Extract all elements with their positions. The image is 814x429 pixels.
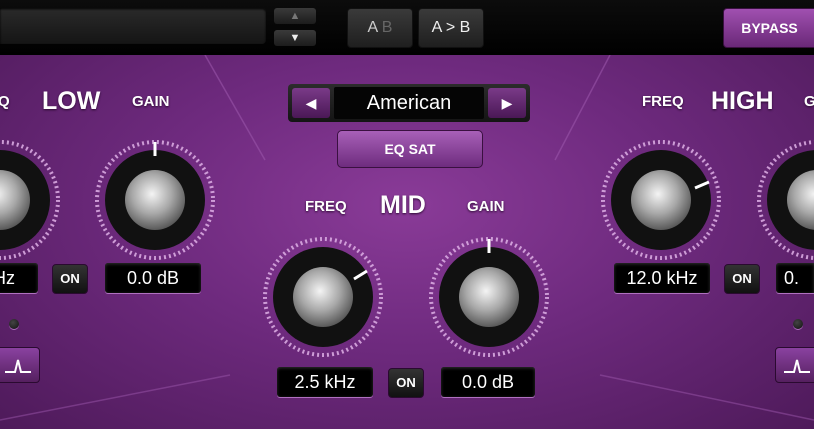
- eq-plugin-window: ▲ ▼ A B A > B BYPASS Q LOW GAIN z ON 0.0…: [0, 0, 814, 429]
- high-gain-knob[interactable]: [755, 138, 814, 262]
- high-gain-display[interactable]: 0.: [776, 263, 814, 293]
- low-shape-button[interactable]: [0, 347, 40, 383]
- mid-gain-display[interactable]: 0.0 dB: [441, 367, 535, 397]
- high-led: [793, 319, 803, 329]
- ab-a-label: A: [367, 19, 378, 36]
- ab-b-label: B: [381, 19, 393, 36]
- low-gain-knob[interactable]: [93, 138, 217, 262]
- low-freq-knob[interactable]: [0, 138, 62, 262]
- copy-a-to-b-button[interactable]: A > B: [418, 8, 484, 48]
- triangle-up-icon: ▲: [289, 10, 301, 22]
- high-freq-display[interactable]: 12.0 kHz: [614, 263, 710, 293]
- bell-shape-icon: [5, 359, 31, 373]
- triangle-left-icon: ◀: [305, 95, 317, 111]
- low-gain-display[interactable]: 0.0 dB: [105, 263, 201, 293]
- low-led: [9, 319, 19, 329]
- preset-name-field[interactable]: [0, 8, 266, 44]
- low-on-button[interactable]: ON: [52, 264, 88, 294]
- mid-gain-knob[interactable]: [427, 235, 551, 359]
- mid-title: MID: [380, 191, 426, 219]
- eq-type-next-button[interactable]: ▶: [488, 88, 526, 118]
- low-freq-display[interactable]: Hz: [0, 263, 38, 293]
- mid-freq-display[interactable]: 2.5 kHz: [277, 367, 373, 397]
- eq-panel: Q LOW GAIN Hz ON 0.0 dB ◀ American: [0, 55, 814, 429]
- triangle-right-icon: ▶: [501, 95, 513, 111]
- high-freq-label: FREQ: [642, 93, 684, 110]
- high-on-button[interactable]: ON: [724, 264, 760, 294]
- high-title: HIGH: [711, 87, 774, 115]
- high-freq-knob[interactable]: [599, 138, 723, 262]
- high-gain-label: G: [804, 93, 814, 110]
- high-shape-button[interactable]: [775, 347, 814, 383]
- ab-toggle-button[interactable]: A B: [347, 8, 413, 48]
- preset-previous-button[interactable]: ▲: [274, 8, 316, 24]
- low-title: LOW: [42, 87, 101, 115]
- low-freq-label: Q: [0, 93, 10, 110]
- top-toolbar: ▲ ▼ A B A > B BYPASS: [0, 0, 814, 55]
- mid-on-button[interactable]: ON: [388, 368, 424, 398]
- triangle-down-icon: ▼: [289, 32, 301, 44]
- eq-type-name: American: [334, 87, 484, 119]
- eq-sat-button[interactable]: EQ SAT: [337, 130, 483, 168]
- eq-type-selector: ◀ American ▶: [288, 84, 530, 122]
- mid-gain-label: GAIN: [467, 198, 505, 215]
- bell-shape-icon: [784, 359, 810, 373]
- preset-next-button[interactable]: ▼: [274, 30, 316, 46]
- mid-freq-knob[interactable]: [261, 235, 385, 359]
- mid-freq-label: FREQ: [305, 198, 347, 215]
- bypass-button[interactable]: BYPASS: [723, 8, 814, 48]
- low-gain-label: GAIN: [132, 93, 170, 110]
- eq-type-prev-button[interactable]: ◀: [292, 88, 330, 118]
